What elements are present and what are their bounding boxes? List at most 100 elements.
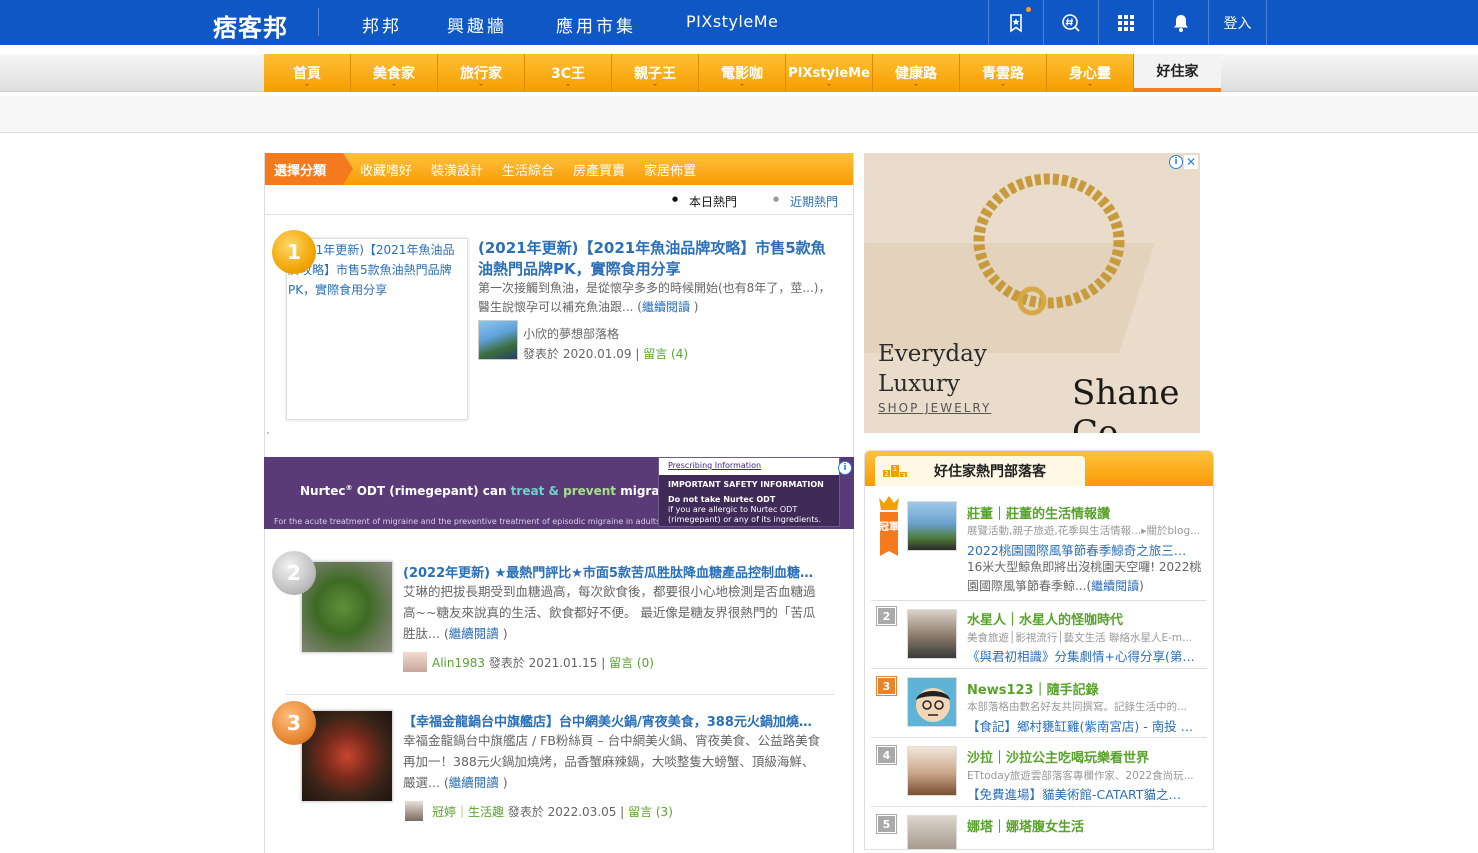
nurtec-ad-banner[interactable]: Nurtec® ODT (rimegepant) can treat & pre… bbox=[264, 457, 854, 529]
nurtec-generic: ODT (rimegepant) can bbox=[356, 484, 507, 498]
blogger-2-avatar[interactable] bbox=[907, 609, 957, 659]
blogger-5-avatar[interactable] bbox=[907, 815, 957, 849]
category-decoration[interactable]: 裝潢設計 bbox=[431, 160, 483, 179]
blogger-2-name[interactable]: 水星人｜水星人的怪咖時代 bbox=[967, 609, 1123, 628]
hashtag-search-icon[interactable] bbox=[1043, 0, 1098, 45]
blogger-2-post[interactable]: 《與君初相識》分集劇情+心得分享(第… bbox=[967, 646, 1207, 665]
blogger-4-avatar[interactable] bbox=[907, 746, 957, 796]
nurtec-prescribing-link[interactable]: Prescribing Information bbox=[659, 458, 839, 475]
channel-tab-parenting[interactable]: 親子王 bbox=[612, 54, 699, 92]
channel-tab-travel[interactable]: 旅行家 bbox=[438, 54, 525, 92]
article-3-read-more[interactable]: 繼續閱讀 bbox=[449, 775, 499, 790]
nurtec-isi-title: IMPORTANT SAFETY INFORMATION bbox=[668, 480, 824, 489]
article-1-read-more[interactable]: 繼續閱讀 bbox=[642, 300, 690, 314]
channel-tab-home[interactable]: 首頁 bbox=[264, 54, 351, 92]
nurtec-treat: treat & bbox=[510, 484, 559, 498]
login-button[interactable]: 登入 bbox=[1208, 0, 1267, 45]
article-3-author-avatar[interactable] bbox=[405, 801, 423, 821]
topnav-app-market[interactable]: 應用市集 bbox=[556, 12, 636, 37]
blogger-1-avatar[interactable] bbox=[907, 501, 957, 551]
topnav-pixstyleme[interactable]: PIXstyleMe bbox=[686, 12, 778, 31]
blogger-4-rank: 4 bbox=[877, 746, 896, 764]
channel-tab-pixstyleme[interactable]: PIXstyleMe bbox=[786, 54, 873, 92]
rank-badge-2: 2 bbox=[272, 551, 316, 595]
top-bar: 痞客邦 邦邦 興趣牆 應用市集 PIXstyleMe 登入 bbox=[0, 0, 1478, 45]
stray-tick: ` bbox=[266, 432, 271, 443]
blogger-1-name[interactable]: 莊董｜莊董的生活情報讚 bbox=[967, 503, 1110, 522]
nurtec-isi-bold: Do not take Nurtec ODT bbox=[668, 495, 776, 504]
article-2-blog-name[interactable]: Alin1983 bbox=[432, 656, 485, 670]
blogger-3-rank: 3 bbox=[877, 677, 896, 695]
category-selector[interactable]: 選擇分類 bbox=[265, 153, 353, 185]
category-home-layout[interactable]: 家居佈置 bbox=[644, 160, 696, 179]
grid-apps-icon[interactable] bbox=[1098, 0, 1153, 45]
bookmark-star-icon[interactable] bbox=[988, 0, 1043, 45]
blogger-1-tags: 展覽活動,親子旅遊,花季與生活情報...▸關於blog... bbox=[967, 525, 1201, 537]
article-3-comments[interactable]: 留言 (3) bbox=[628, 805, 673, 819]
article-1-title[interactable]: (2021年更新)【2021年魚油品牌攻略】市售5款魚油熱門品牌PK，實際食用分… bbox=[478, 238, 838, 280]
topnav-interest-wall[interactable]: 興趣牆 bbox=[447, 12, 507, 37]
shop-jewelry-link[interactable]: SHOP JEWELRY bbox=[878, 401, 991, 415]
channel-tab-career[interactable]: 青雲路 bbox=[960, 54, 1047, 92]
podium-icon: 213 bbox=[883, 465, 907, 480]
blogger-5-name[interactable]: 娜塔｜娜塔腹女生活 bbox=[967, 816, 1084, 835]
category-lifestyle[interactable]: 生活綜合 bbox=[502, 160, 554, 179]
channel-tab-home-living[interactable]: 好住家 bbox=[1134, 54, 1221, 92]
tab-recent-hot[interactable]: 近期熱門 bbox=[773, 193, 838, 210]
blogger-item-2[interactable]: 2 水星人｜水星人的怪咖時代 美食旅遊│影視流行│藝文生活 聯絡水星人E-m..… bbox=[871, 603, 1207, 669]
article-3-blog-name[interactable]: 冠婷｜生活趣 bbox=[432, 805, 504, 819]
article-2-author-avatar[interactable] bbox=[403, 652, 427, 672]
article-1-author-avatar[interactable] bbox=[478, 320, 518, 360]
blogger-item-3[interactable]: 3 News123｜隨手記錄 本部落格由數名好友共同撰寫。記錄生活中的... 【… bbox=[871, 671, 1207, 738]
article-2-meta: Alin1983 發表於 2021.01.15 | 留言 (0) bbox=[432, 654, 654, 671]
article-2-read-more[interactable]: 繼續閱讀 bbox=[449, 626, 499, 641]
nurtec-isi-box: Prescribing Information IMPORTANT SAFETY… bbox=[658, 457, 840, 527]
ad-info-icon[interactable]: i bbox=[1169, 155, 1183, 169]
blogger-4-name[interactable]: 沙拉｜沙拉公主吃喝玩樂看世界 bbox=[967, 747, 1149, 766]
nurtec-isi-text: if you are allergic to Nurtec ODT (rimeg… bbox=[668, 505, 822, 524]
blogger-3-name[interactable]: News123｜隨手記錄 bbox=[967, 679, 1099, 698]
nurtec-reg: ® bbox=[345, 484, 353, 492]
blogger-item-1[interactable]: 冠軍 莊董｜莊董的生活情報讚 展覽活動,親子旅遊,花季與生活情報...▸關於bl… bbox=[871, 494, 1207, 601]
channel-tab-mind[interactable]: 身心靈 bbox=[1047, 54, 1134, 92]
blogger-1-read-more[interactable]: 繼續閱讀 bbox=[1091, 579, 1139, 593]
shane-co-ad[interactable]: Everyday Luxury SHOP JEWELRY Shane Co. i… bbox=[864, 153, 1200, 433]
blogger-item-5[interactable]: 5 娜塔｜娜塔腹女生活 bbox=[871, 809, 1207, 849]
tab-today-hot[interactable]: 本日熱門 bbox=[672, 193, 737, 210]
blogger-item-4[interactable]: 4 沙拉｜沙拉公主吃喝玩樂看世界 ETtoday旅遊雲部落客專欄作家、2022食… bbox=[871, 740, 1207, 807]
category-bar: 選擇分類 收藏嗜好 裝潢設計 生活綜合 房產買賣 家居佈置 bbox=[265, 153, 853, 185]
shane-slogan-2: Luxury bbox=[878, 371, 960, 397]
shane-slogan-1: Everyday bbox=[878, 341, 987, 367]
channel-tab-health[interactable]: 健康路 bbox=[873, 54, 960, 92]
channel-tab-movie[interactable]: 電影咖 bbox=[699, 54, 786, 92]
blogger-3-post[interactable]: 【食記】鄉村甕缸雞(紫南宮店) - 南投 … bbox=[967, 716, 1207, 735]
article-1-blog-name[interactable]: 小欣的夢想部落格 bbox=[523, 325, 619, 342]
category-real-estate[interactable]: 房產買賣 bbox=[573, 160, 625, 179]
category-collection[interactable]: 收藏嗜好 bbox=[360, 160, 412, 179]
article-divider bbox=[286, 694, 834, 695]
nurtec-brand: Nurtec bbox=[300, 484, 346, 498]
article-1-comments[interactable]: 留言 (4) bbox=[643, 347, 688, 361]
shane-slogan: Everyday Luxury bbox=[878, 339, 987, 399]
hot-switch: 本日熱門 近期熱門 bbox=[265, 185, 853, 215]
nurtec-headline: Nurtec® ODT (rimegepant) can treat & pre… bbox=[300, 484, 687, 498]
top-divider bbox=[318, 8, 319, 36]
blogger-4-post[interactable]: 【免費進場】貓美術館-CATART貓之… bbox=[967, 784, 1207, 803]
article-2-comments[interactable]: 留言 (0) bbox=[609, 656, 654, 670]
channel-tab-food[interactable]: 美食家 bbox=[351, 54, 438, 92]
channel-tab-3c[interactable]: 3C王 bbox=[525, 54, 612, 92]
article-1-image[interactable]: (2021年更新)【2021年魚油品牌攻略】市售5款魚油熱門品牌PK，實際食用分… bbox=[286, 238, 468, 420]
article-3-title[interactable]: 【幸福金龍鍋台中旗艦店】台中網美火鍋/宵夜美食，388元火鍋加燒烤… bbox=[403, 711, 823, 730]
blogger-3-avatar[interactable] bbox=[907, 677, 957, 727]
champion-crown-icon: 冠軍 bbox=[879, 496, 899, 556]
sub-bar bbox=[0, 96, 1478, 133]
ad-close-icon[interactable]: ✕ bbox=[1184, 155, 1198, 169]
article-3-posted: 發表於 2022.03.05 | bbox=[507, 805, 625, 819]
bell-icon[interactable] bbox=[1153, 0, 1208, 45]
ad-info-icon[interactable]: i bbox=[838, 461, 852, 475]
topnav-bangbang[interactable]: 邦邦 bbox=[362, 12, 402, 37]
nurtec-prevent: prevent bbox=[563, 484, 617, 498]
blogger-1-post[interactable]: 2022桃園國際風箏節春季鯨奇之旅三… bbox=[967, 540, 1207, 559]
article-2-title[interactable]: (2022年更新) ★最熱門評比★市面5款苦瓜胜肽降血糖產品控制血糖的… bbox=[403, 562, 823, 581]
site-logo[interactable]: 痞客邦 bbox=[213, 8, 288, 43]
